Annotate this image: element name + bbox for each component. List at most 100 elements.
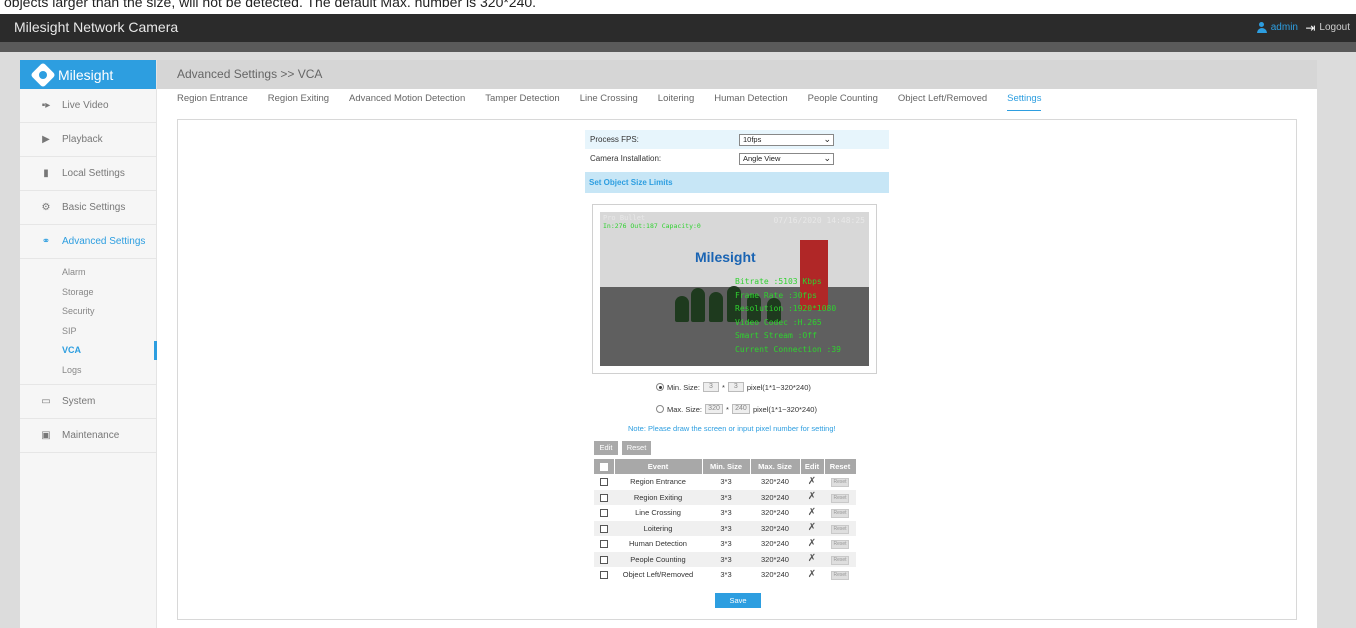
sidebar-item-local-settings[interactable]: ▮ Local Settings — [20, 157, 156, 191]
row-checkbox[interactable] — [599, 540, 608, 549]
row-checkbox[interactable] — [599, 509, 608, 518]
tab-region-exiting[interactable]: Region Exiting — [268, 89, 329, 111]
column-header-edit: Edit — [800, 459, 825, 474]
reset-button[interactable]: Reset — [622, 441, 651, 455]
osd-line: Bitrate :5103 Kbps — [735, 277, 822, 286]
max-width-input[interactable]: 320 — [705, 404, 724, 414]
tab-object-left-removed[interactable]: Object Left/Removed — [898, 89, 987, 111]
submenu-item-sip[interactable]: SIP — [20, 322, 156, 342]
max-size-row: Max. Size: 320 * 240 pixel(1*1~320*240) — [656, 404, 817, 414]
user-menu[interactable]: admin — [1256, 22, 1298, 33]
table-row: Region Exiting 3*3 320*240 ✗ Reset — [594, 489, 856, 505]
process-fps-row: Process FPS: 10fps ⌄ — [585, 130, 889, 149]
row-reset-button[interactable]: Reset — [831, 478, 849, 488]
tab-people-counting[interactable]: People Counting — [808, 89, 878, 111]
edit-tool-icon[interactable]: ✗ — [808, 569, 816, 580]
logo-text: Milesight — [58, 66, 114, 83]
save-button[interactable]: Save — [715, 593, 761, 608]
reset-cell: Reset — [824, 474, 856, 490]
table-row: Loitering 3*3 320*240 ✗ Reset — [594, 520, 856, 536]
tab-human-detection[interactable]: Human Detection — [714, 89, 787, 111]
column-header-reset: Reset — [824, 459, 857, 474]
max-size-radio[interactable] — [656, 405, 664, 413]
tab-region-entrance[interactable]: Region Entrance — [177, 89, 248, 111]
row-reset-button[interactable]: Reset — [831, 571, 849, 581]
video-icon: ▪▸ — [41, 100, 51, 111]
max-height-input[interactable]: 240 — [731, 404, 750, 414]
edit-cell: ✗ — [800, 505, 824, 521]
select-all-checkbox[interactable] — [599, 463, 608, 471]
section-title: Set Object Size Limits — [585, 172, 889, 193]
table-row: Object Left/Removed 3*3 320*240 ✗ Reset — [594, 567, 856, 583]
sidebar-item-system[interactable]: ▭ System — [20, 385, 156, 419]
edit-tool-icon[interactable]: ✗ — [808, 538, 816, 549]
sub-bar — [0, 42, 1356, 52]
row-reset-button[interactable]: Reset — [831, 540, 849, 550]
reset-cell: Reset — [824, 489, 856, 505]
process-fps-select[interactable]: 10fps ⌄ — [739, 133, 834, 146]
column-header-max-size: Max. Size — [750, 459, 801, 474]
min-height-input[interactable]: 3 — [727, 382, 744, 392]
edit-button[interactable]: Edit — [594, 441, 618, 455]
table-row: Region Entrance 3*3 320*240 ✗ Reset — [594, 474, 856, 490]
event-cell: Loitering — [614, 520, 702, 536]
edit-tool-icon[interactable]: ✗ — [808, 507, 816, 518]
row-reset-button[interactable]: Reset — [831, 493, 849, 503]
gear-icon: ⚙ — [41, 202, 51, 213]
setting-note: Note: Please draw the screen or input pi… — [628, 424, 836, 433]
sidebar-item-basic-settings[interactable]: ⚙ Basic Settings — [20, 191, 156, 225]
video-preview[interactable]: Milesight Pro Bullet In:276 Out:187 Capa… — [592, 204, 877, 374]
min-width-input[interactable]: 3 — [702, 382, 719, 392]
sidebar: Milesight ▪▸ Live Video ▶ Playback ▮ Loc… — [20, 60, 157, 628]
tab-loitering[interactable]: Loitering — [658, 89, 694, 111]
brand-logo: Milesight — [20, 60, 156, 89]
camera-installation-select[interactable]: Angle View ⌄ — [739, 152, 834, 165]
sidebar-item-advanced-settings[interactable]: ⚭ Advanced Settings — [20, 225, 156, 259]
edit-cell: ✗ — [800, 536, 824, 552]
reset-cell: Reset — [824, 505, 856, 521]
row-reset-button[interactable]: Reset — [831, 555, 849, 565]
min-size-label: Min. Size: — [667, 382, 700, 392]
sidebar-item-playback[interactable]: ▶ Playback — [20, 123, 156, 157]
submenu-item-logs[interactable]: Logs — [20, 361, 156, 381]
event-cell: Object Left/Removed — [614, 567, 702, 583]
max-size-cell: 320*240 — [750, 536, 800, 552]
row-reset-button[interactable]: Reset — [831, 524, 849, 534]
row-checkbox-cell — [594, 551, 614, 567]
video-frame[interactable]: Milesight Pro Bullet In:276 Out:187 Capa… — [600, 212, 869, 366]
edit-tool-icon[interactable]: ✗ — [808, 476, 816, 487]
row-checkbox[interactable] — [599, 478, 608, 487]
row-checkbox[interactable] — [599, 524, 608, 533]
row-checkbox[interactable] — [599, 571, 608, 580]
plant — [709, 292, 723, 322]
tab-settings[interactable]: Settings — [1007, 89, 1042, 111]
edit-tool-icon[interactable]: ✗ — [808, 491, 816, 502]
row-reset-button[interactable]: Reset — [831, 509, 849, 519]
edit-tool-icon[interactable]: ✗ — [808, 522, 816, 533]
table-row: People Counting 3*3 320*240 ✗ Reset — [594, 551, 856, 567]
edit-tool-icon[interactable]: ✗ — [808, 553, 816, 564]
sidebar-item-maintenance[interactable]: ▣ Maintenance — [20, 419, 156, 453]
reset-cell: Reset — [824, 551, 856, 567]
submenu-item-alarm[interactable]: Alarm — [20, 263, 156, 283]
reset-cell: Reset — [824, 520, 856, 536]
row-checkbox[interactable] — [599, 555, 608, 564]
sidebar-item-live-video[interactable]: ▪▸ Live Video — [20, 89, 156, 123]
min-size-radio[interactable] — [656, 383, 664, 391]
osd-line: Video Codec :H.265 — [735, 317, 822, 327]
submenu-item-vca[interactable]: VCA — [20, 341, 157, 361]
row-checkbox-cell — [594, 536, 614, 552]
plant — [691, 288, 705, 322]
tab-line-crossing[interactable]: Line Crossing — [580, 89, 638, 111]
max-size-cell: 320*240 — [750, 489, 800, 505]
breadcrumb: Advanced Settings >> VCA — [157, 60, 1317, 89]
tab-bar: Region Entrance Region Exiting Advanced … — [157, 89, 1317, 111]
tab-tamper-detection[interactable]: Tamper Detection — [485, 89, 559, 111]
submenu-item-storage[interactable]: Storage — [20, 283, 156, 303]
event-cell: People Counting — [614, 551, 702, 567]
logout-link[interactable]: ⇥ Logout — [1305, 22, 1350, 34]
tab-advanced-motion-detection[interactable]: Advanced Motion Detection — [349, 89, 465, 111]
edit-cell: ✗ — [800, 551, 824, 567]
row-checkbox[interactable] — [599, 493, 608, 502]
submenu-item-security[interactable]: Security — [20, 302, 156, 322]
